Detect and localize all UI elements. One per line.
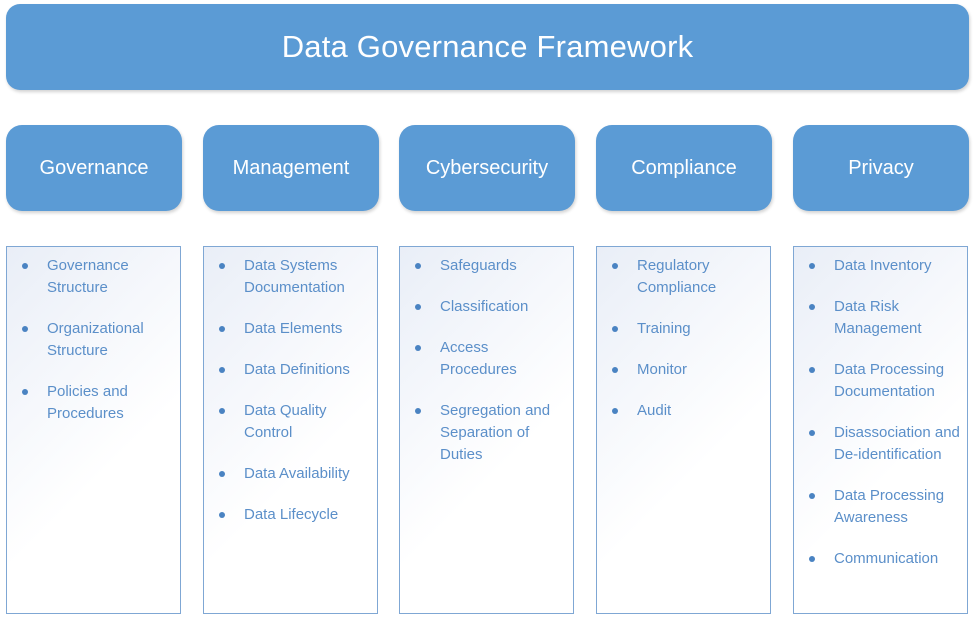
bullet-icon [219, 471, 225, 477]
list-item-text: Governance Structure [47, 257, 129, 296]
bullet-icon [415, 304, 421, 310]
list-item-text: Data Processing Awareness [834, 487, 945, 526]
governance-items-panel: Governance Structure Organizational Stru… [6, 246, 181, 614]
list-item-text: Segregation and Separation of Duties [440, 402, 551, 463]
bullet-icon [612, 326, 618, 332]
governance-item-list: Governance Structure Organizational Stru… [7, 247, 180, 425]
list-item: Organizational Structure [7, 318, 174, 362]
pillar-label: Cybersecurity [425, 156, 549, 179]
bullet-icon [612, 408, 618, 414]
bullet-icon [809, 367, 815, 373]
bullet-icon [809, 304, 815, 310]
bullet-icon [219, 367, 225, 373]
list-item-text: Data Inventory [834, 257, 932, 274]
list-item: Audit [597, 400, 764, 422]
list-item-text: Data Processing Documentation [834, 361, 945, 400]
bullet-icon [219, 326, 225, 332]
list-item-text: Audit [637, 402, 672, 419]
list-item-text: Policies and Procedures [47, 383, 128, 422]
compliance-items-panel: Regulatory Compliance Training Monitor A… [596, 246, 771, 614]
list-item: Safeguards [400, 255, 567, 277]
bullet-icon [415, 408, 421, 414]
bullet-icon [22, 263, 28, 269]
pillar-label: Privacy [848, 156, 914, 179]
list-item: Data Quality Control [204, 400, 371, 444]
bullet-icon [809, 263, 815, 269]
list-item-text: Data Systems Documentation [244, 257, 345, 296]
list-item-text: Data Quality Control [244, 402, 327, 441]
pillar-label: Governance [39, 156, 149, 179]
list-item: Segregation and Separation of Duties [400, 400, 567, 466]
list-item-text: Monitor [637, 361, 688, 378]
framework-title-banner: Data Governance Framework [6, 4, 969, 90]
pillar-compliance: Compliance [596, 125, 772, 211]
bullet-icon [612, 367, 618, 373]
list-item-text: Safeguards [440, 257, 517, 274]
list-item-text: Data Definitions [244, 361, 350, 378]
privacy-items-panel: Data Inventory Data Risk Management Data… [793, 246, 968, 614]
list-item: Data Definitions [204, 359, 371, 381]
list-item-text: Data Availability [244, 465, 350, 482]
list-item-text: Organizational Structure [47, 320, 144, 359]
list-item: Policies and Procedures [7, 381, 174, 425]
bullet-icon [219, 512, 225, 518]
pillar-governance: Governance [6, 125, 182, 211]
list-item-text: Data Risk Management [834, 298, 922, 337]
framework-title: Data Governance Framework [281, 29, 694, 64]
bullet-icon [809, 556, 815, 562]
management-item-list: Data Systems Documentation Data Elements… [204, 247, 377, 526]
bullet-icon [22, 326, 28, 332]
privacy-item-list: Data Inventory Data Risk Management Data… [794, 247, 967, 570]
bullet-icon [612, 263, 618, 269]
bullet-icon [415, 345, 421, 351]
list-item-text: Data Elements [244, 320, 343, 337]
pillar-label: Compliance [631, 156, 737, 179]
list-item: Data Risk Management [794, 296, 961, 340]
list-item-text: Classification [440, 298, 529, 315]
list-item-text: Regulatory Compliance [637, 257, 717, 296]
list-item: Training [597, 318, 764, 340]
list-item-text: Data Lifecycle [244, 506, 339, 523]
list-item: Disassociation and De-identification [794, 422, 961, 466]
pillar-cybersecurity: Cybersecurity [399, 125, 575, 211]
bullet-icon [219, 263, 225, 269]
cybersecurity-item-list: Safeguards Classification Access Procedu… [400, 247, 573, 466]
bullet-icon [22, 389, 28, 395]
pillar-privacy: Privacy [793, 125, 969, 211]
compliance-item-list: Regulatory Compliance Training Monitor A… [597, 247, 770, 422]
list-item-text: Communication [834, 550, 939, 567]
list-item: Regulatory Compliance [597, 255, 764, 299]
list-item: Data Lifecycle [204, 504, 371, 526]
list-item: Classification [400, 296, 567, 318]
bullet-icon [809, 493, 815, 499]
list-item-text: Disassociation and De-identification [834, 424, 960, 463]
list-item-text: Access Procedures [440, 339, 517, 378]
list-item: Governance Structure [7, 255, 174, 299]
management-items-panel: Data Systems Documentation Data Elements… [203, 246, 378, 614]
list-item: Data Availability [204, 463, 371, 485]
list-item: Data Systems Documentation [204, 255, 371, 299]
list-item: Communication [794, 548, 961, 570]
bullet-icon [809, 430, 815, 436]
list-item-text: Training [637, 320, 691, 337]
list-item: Data Processing Awareness [794, 485, 961, 529]
list-item: Data Elements [204, 318, 371, 340]
pillar-label: Management [232, 156, 350, 179]
list-item: Data Processing Documentation [794, 359, 961, 403]
bullet-icon [219, 408, 225, 414]
list-item: Access Procedures [400, 337, 567, 381]
list-item: Data Inventory [794, 255, 961, 277]
bullet-icon [415, 263, 421, 269]
pillar-management: Management [203, 125, 379, 211]
list-item: Monitor [597, 359, 764, 381]
cybersecurity-items-panel: Safeguards Classification Access Procedu… [399, 246, 574, 614]
